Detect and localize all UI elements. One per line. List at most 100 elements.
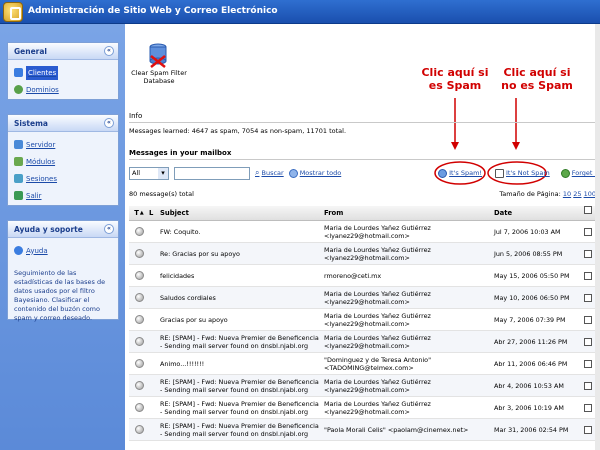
table-row[interactable]: Gracias por su apoyo Maria de Lourdes Yañ… — [129, 309, 598, 331]
message-date: Abr 4, 2006 10:53 AM — [494, 381, 564, 390]
row-checkbox[interactable] — [583, 425, 592, 434]
row-checkbox[interactable] — [583, 381, 592, 390]
message-subject[interactable]: RE: [SPAM] - Fwd: Nueva Premier de Benef… — [157, 422, 321, 438]
its-not-spam-button[interactable]: It's Not Spam — [495, 168, 550, 178]
page-size-option[interactable]: 25 — [573, 190, 581, 198]
row-checkbox[interactable] — [583, 315, 592, 324]
message-from: "Paola Morali Celis" <paolam@cinemex.net… — [324, 425, 469, 434]
message-subject[interactable]: Saludos cordiales — [157, 294, 321, 302]
sidebar-item-dominios[interactable]: Dominios — [14, 81, 112, 98]
status-dot-icon — [134, 293, 144, 302]
message-subject[interactable]: RE: [SPAM] - Fwd: Nueva Premier de Benef… — [157, 400, 321, 416]
scrollbar[interactable] — [595, 24, 600, 450]
message-date: Abr 3, 2006 10:19 AM — [494, 403, 564, 412]
table-row[interactable]: felicidades rmoreno@ceti.mx May 15, 2006 0… — [129, 265, 598, 287]
domains-icon — [14, 85, 23, 94]
panel-ayuda: Ayuda y soporte « Ayuda Seguimiento de l… — [7, 220, 119, 322]
sidebar-item-modulos[interactable]: Módulos — [14, 153, 112, 170]
message-from: Maria de Lourdes Yañez Gutiérrez <lyanez… — [324, 289, 431, 306]
sidebar-item-salir[interactable]: Salir — [14, 187, 112, 204]
collapse-icon[interactable]: « — [104, 46, 114, 56]
table-row[interactable]: RE: [SPAM] - Fwd: Nueva Premier de Benef… — [129, 419, 598, 441]
column-header-l[interactable]: L — [149, 206, 157, 220]
message-from: Maria de Lourdes Yañez Gutiérrez <lyanez… — [324, 311, 431, 328]
panel-sistema-header[interactable]: Sistema « — [8, 115, 118, 132]
collapse-icon[interactable]: « — [104, 224, 114, 234]
status-dot-icon — [134, 315, 144, 324]
app-logo-icon — [3, 2, 23, 22]
message-date: May 7, 2006 07:39 PM — [494, 315, 566, 324]
panel-general-title: General — [14, 47, 47, 56]
table-row[interactable]: RE: [SPAM] - Fwd: Nueva Premier de Benef… — [129, 397, 598, 419]
message-subject[interactable]: RE: [SPAM] - Fwd: Nueva Premier de Benef… — [157, 334, 321, 350]
exit-icon — [14, 191, 23, 200]
page-size-label: Tamaño de Página: — [499, 190, 561, 198]
database-icon[interactable] — [147, 42, 169, 68]
panel-sistema: Sistema « Servidor Módulos Sesiones Sali… — [7, 114, 119, 206]
sidebar-item-servidor[interactable]: Servidor — [14, 136, 112, 153]
status-dot-icon — [134, 337, 144, 346]
app-title: Administración de Sitio Web y Correo Ele… — [28, 6, 278, 16]
page-size-option[interactable]: 10 — [563, 190, 571, 198]
panel-ayuda-header[interactable]: Ayuda y soporte « — [8, 221, 118, 238]
search-button[interactable]: ⌕ Buscar — [255, 168, 284, 178]
sidebar-item-label: Módulos — [26, 157, 56, 166]
clear-spam-filter-button[interactable]: Clear Spam Filter Database — [127, 69, 191, 85]
sidebar-item-clientes[interactable]: Clientes — [14, 64, 112, 81]
sidebar: General « Clientes Dominios Sistema « Se… — [0, 24, 125, 450]
table-row[interactable]: FW: Coquito. Maria de Lourdes Yañez Gutié… — [129, 221, 598, 243]
table-row[interactable]: Animo...!!!!!!! "Dominguez y de Teresa An… — [129, 353, 598, 375]
show-all-icon — [288, 168, 298, 178]
column-header-from[interactable]: From — [321, 206, 491, 220]
search-input[interactable] — [174, 166, 250, 180]
table-row[interactable]: RE: [SPAM] - Fwd: Nueva Premier de Benef… — [129, 375, 598, 397]
collapse-icon[interactable]: « — [104, 118, 114, 128]
message-subject[interactable]: felicidades — [157, 272, 321, 280]
row-checkbox[interactable] — [583, 403, 592, 412]
table-row[interactable]: Saludos cordiales Maria de Lourdes Yañez … — [129, 287, 598, 309]
row-checkbox[interactable] — [583, 337, 592, 346]
message-subject[interactable]: RE: [SPAM] - Fwd: Nueva Premier de Benef… — [157, 378, 321, 394]
not-spam-icon — [495, 168, 505, 178]
panel-general-header[interactable]: General « — [8, 43, 118, 60]
modules-icon — [14, 157, 23, 166]
column-header-subject[interactable]: Subject — [157, 206, 321, 220]
its-spam-button[interactable]: It's Spam! — [438, 168, 482, 178]
status-dot-icon — [134, 359, 144, 368]
sidebar-item-sesiones[interactable]: Sesiones — [14, 170, 112, 187]
forget-icon — [560, 168, 570, 178]
sidebar-item-label: Clientes — [26, 65, 59, 80]
sort-asc-icon: ▲ — [139, 210, 144, 216]
title-bar: Administración de Sitio Web y Correo Ele… — [0, 0, 600, 24]
filter-select[interactable]: All — [129, 166, 169, 180]
message-subject[interactable]: Gracias por su apoyo — [157, 316, 321, 324]
message-subject[interactable]: Animo...!!!!!!! — [157, 360, 321, 368]
panel-general: General « Clientes Dominios — [7, 42, 119, 100]
table-header: T ▲ L Subject From Date — [129, 206, 598, 221]
show-all-button[interactable]: Mostrar todo — [288, 168, 341, 178]
message-from: Maria de Lourdes Yañez Gutiérrez <lyanez… — [324, 223, 431, 240]
column-header-type[interactable]: T ▲ — [129, 206, 149, 220]
forget-it-button[interactable]: Forget It — [560, 168, 599, 178]
callout-not-spam: Clic aquí si no es Spam — [501, 66, 573, 92]
message-from: rmoreno@ceti.mx — [324, 271, 382, 280]
message-subject[interactable]: FW: Coquito. — [157, 228, 321, 236]
row-checkbox[interactable] — [583, 359, 592, 368]
table-row[interactable]: Re: Gracias por su apoyo Maria de Lourdes… — [129, 243, 598, 265]
column-header-date[interactable]: Date — [491, 206, 577, 220]
row-checkbox[interactable] — [583, 271, 592, 280]
status-dot-icon — [134, 403, 144, 412]
panel-ayuda-title: Ayuda y soporte — [14, 225, 83, 234]
table-row[interactable]: RE: [SPAM] - Fwd: Nueva Premier de Benef… — [129, 331, 598, 353]
message-date: Abr 27, 2006 11:26 PM — [494, 337, 568, 346]
row-checkbox[interactable] — [583, 227, 592, 236]
status-dot-icon — [134, 249, 144, 258]
message-subject[interactable]: Re: Gracias por su apoyo — [157, 250, 321, 258]
row-checkbox[interactable] — [583, 249, 592, 258]
message-from: Maria de Lourdes Yañez Gutiérrez <lyanez… — [324, 399, 431, 416]
sidebar-item-label: Servidor — [26, 140, 56, 149]
row-checkbox[interactable] — [583, 293, 592, 302]
sidebar-item-ayuda[interactable]: Ayuda — [14, 242, 112, 259]
mailbox-toolbar: All ⌕ Buscar Mostrar todo It's Spam! It'… — [129, 166, 599, 180]
page-size-control: Tamaño de Página: 10 25 100 — [499, 190, 596, 198]
